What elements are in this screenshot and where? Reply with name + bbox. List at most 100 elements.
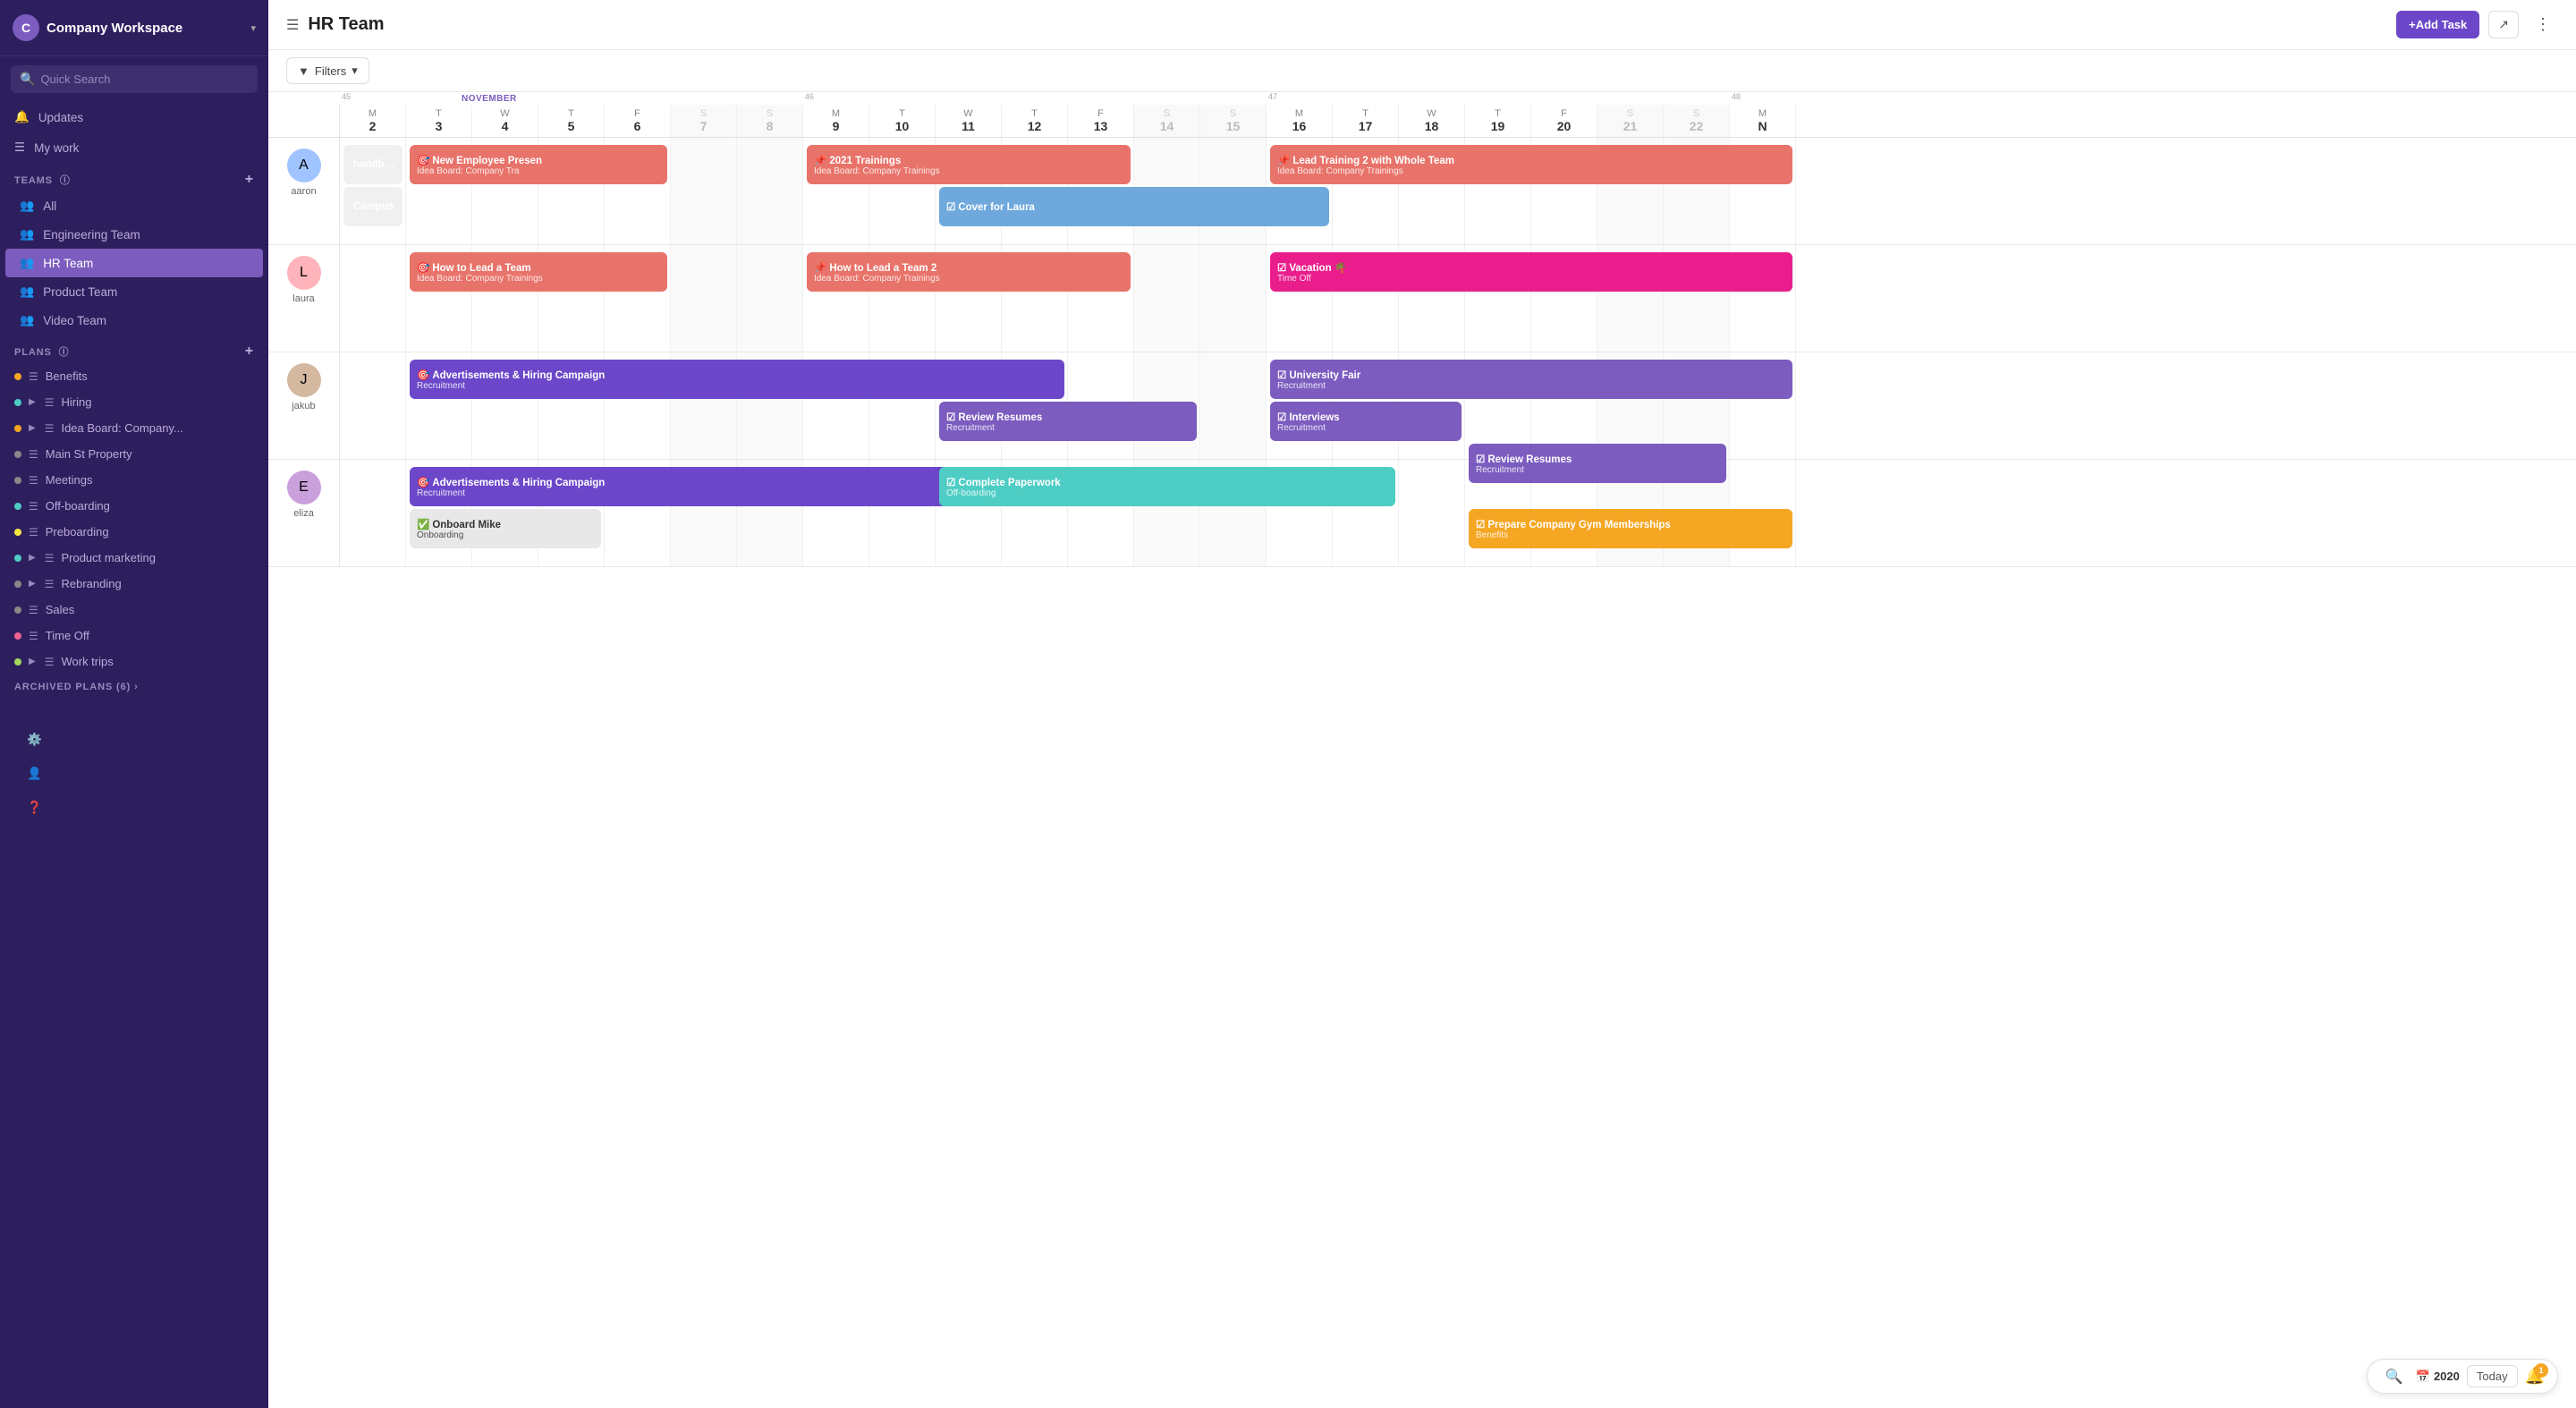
sidebar-plans: ☰Benefits▶☰Hiring▶☰Idea Board: Company..… (0, 363, 268, 674)
workspace-title[interactable]: Company Workspace (47, 21, 243, 36)
task-bar[interactable]: ☑Complete PaperworkOff-boarding (939, 467, 1395, 506)
hamburger-icon[interactable]: ☰ (286, 16, 299, 34)
plan-dot (14, 451, 21, 458)
teams-info-icon[interactable]: ⓘ (60, 175, 71, 186)
list-icon: ☰ (29, 630, 38, 642)
expand-icon: ▶ (29, 423, 36, 433)
sidebar-plan-time-off[interactable]: ☰Time Off (0, 623, 268, 649)
calendar-area[interactable]: NOVEMBER45M2T3W4T5F6S7S846M9T10W11T12F13… (268, 92, 2576, 1408)
notification-badge: 1 (2534, 1363, 2548, 1378)
zoom-out-button[interactable]: 🔍 (2380, 1366, 2409, 1387)
page-title: HR Team (308, 14, 384, 35)
list-icon: ☰ (29, 526, 38, 539)
task-bar[interactable]: 🎯New Employee PresenIdea Board: Company … (410, 145, 667, 184)
sidebar-item-all[interactable]: 👥All (5, 191, 263, 220)
year-display: 📅 2020 (2416, 1370, 2460, 1384)
notification-button[interactable]: 🔔 1 (2525, 1367, 2545, 1386)
task-bar[interactable]: ☑Vacation 🌴Time Off (1270, 252, 1792, 292)
plan-dot (14, 606, 21, 614)
people-icon: 👤 (27, 767, 42, 781)
add-plan-button[interactable]: + (245, 344, 254, 360)
list-icon: ☰ (45, 656, 55, 668)
task-bar[interactable]: ☑Cover for Laura (939, 187, 1329, 226)
plan-dot (14, 658, 21, 666)
task-bar[interactable]: ✅Onboard MikeOnboarding (410, 509, 601, 548)
task-bar[interactable]: ☑Review ResumesRecruitment (939, 402, 1197, 441)
sidebar-help[interactable]: ❓ (13, 793, 256, 823)
cal-day-6: F6 (605, 105, 671, 137)
month-label: NOVEMBER (456, 92, 522, 106)
expand-icon: ▶ (29, 397, 36, 407)
cal-day-5: T5 (538, 105, 605, 137)
list-icon: ☰ (45, 552, 55, 564)
list-icon: ☰ (29, 370, 38, 383)
search-icon: 🔍 (20, 72, 35, 87)
sidebar-settings[interactable]: ⚙️ (13, 725, 256, 755)
plan-dot (14, 581, 21, 588)
sidebar-item-video[interactable]: 👥Video Team (5, 306, 263, 335)
search-bar[interactable]: 🔍 (11, 65, 258, 93)
share-button[interactable]: ↗ (2488, 11, 2519, 38)
sidebar-plan-off-boarding[interactable]: ☰Off-boarding (0, 493, 268, 519)
task-bar[interactable]: 📌Lead Training 2 with Whole TeamIdea Boa… (1270, 145, 1792, 184)
task-bar[interactable]: 📌How to Lead a Team 2Idea Board: Company… (807, 252, 1131, 292)
sidebar-people[interactable]: 👤 (13, 759, 256, 789)
cal-day-9: 46M9 (803, 105, 869, 137)
avatar-jakub: J (287, 363, 321, 397)
task-bar[interactable]: 📌2021 TrainingsIdea Board: Company Train… (807, 145, 1131, 184)
task-bar[interactable]: ☑Review ResumesRecruitment (1469, 444, 1726, 483)
sidebar-plan-preboarding[interactable]: ☰Preboarding (0, 519, 268, 545)
cal-day-18: W18 (1399, 105, 1465, 137)
sidebar-plan-idea-board[interactable]: ▶☰Idea Board: Company... (0, 415, 268, 441)
person-laura: Llaura (268, 245, 340, 352)
archived-plans[interactable]: ARCHIVED PLANS (6) › (0, 674, 268, 700)
sidebar-plan-meetings[interactable]: ☰Meetings (0, 467, 268, 493)
cal-day-2: 45M2 (340, 105, 406, 137)
person-eliza: Eeliza (268, 460, 340, 566)
sidebar-plan-hiring[interactable]: ▶☰Hiring (0, 389, 268, 415)
cal-day-7: S7 (671, 105, 737, 137)
plan-dot (14, 632, 21, 640)
sidebar-item-my-work[interactable]: ☰My work (0, 132, 268, 163)
sidebar-plan-product-marketing[interactable]: ▶☰Product marketing (0, 545, 268, 571)
plans-section-header: PLANS ⓘ + (0, 335, 268, 363)
add-team-button[interactable]: + (245, 172, 254, 188)
sidebar-plan-work-trips[interactable]: ▶☰Work trips (0, 649, 268, 674)
task-bar[interactable]: handbook (343, 145, 402, 184)
sidebar-plan-rebranding[interactable]: ▶☰Rebranding (0, 571, 268, 597)
plan-dot (14, 425, 21, 432)
list-icon: ☰ (29, 500, 38, 513)
plan-dot (14, 399, 21, 406)
person-jakub: Jjakub (268, 352, 340, 459)
today-button[interactable]: Today (2467, 1365, 2518, 1387)
person-name-laura: laura (292, 293, 314, 304)
task-bar[interactable]: ☑University FairRecruitment (1270, 360, 1792, 399)
cal-day-19: T19 (1465, 105, 1531, 137)
sidebar-item-engineering[interactable]: 👥Engineering Team (5, 220, 263, 249)
cal-day-3: T3 (406, 105, 472, 137)
sidebar-item-hr[interactable]: 👥HR Team (5, 249, 263, 277)
sidebar: C Company Workspace ▾ 🔍 🔔Updates☰My work… (0, 0, 268, 1408)
team-icon: 👥 (20, 284, 34, 299)
more-options-button[interactable]: ⋮ (2528, 12, 2558, 38)
sidebar-item-product[interactable]: 👥Product Team (5, 277, 263, 306)
sidebar-plan-benefits[interactable]: ☰Benefits (0, 363, 268, 389)
workspace-chevron-icon[interactable]: ▾ (250, 22, 256, 34)
plans-info-icon[interactable]: ⓘ (59, 347, 70, 358)
avatar-aaron: A (287, 148, 321, 182)
task-bar[interactable]: 🎯Advertisements & Hiring CampaignRecruit… (410, 360, 1064, 399)
task-bar[interactable]: ☑Prepare Company Gym MembershipsBenefits (1469, 509, 1792, 548)
filter-button[interactable]: ▼ Filters ▾ (286, 57, 369, 84)
team-icon: 👥 (20, 199, 34, 213)
task-bar[interactable]: Campus (343, 187, 402, 226)
sidebar-plan-main-st[interactable]: ☰Main St Property (0, 441, 268, 467)
sidebar-plan-sales[interactable]: ☰Sales (0, 597, 268, 623)
cal-row-laura: Llaura 🎯How to Lead a TeamIdea Board: Com… (268, 245, 2576, 352)
sidebar-item-updates[interactable]: 🔔Updates (0, 102, 268, 132)
add-task-button[interactable]: +Add Task (2396, 11, 2479, 38)
search-input[interactable] (40, 72, 249, 86)
cal-day-15: S15 (1200, 105, 1267, 137)
person-aaron: Aaaron (268, 138, 340, 244)
task-bar[interactable]: ☑InterviewsRecruitment (1270, 402, 1462, 441)
task-bar[interactable]: 🎯How to Lead a TeamIdea Board: Company T… (410, 252, 667, 292)
